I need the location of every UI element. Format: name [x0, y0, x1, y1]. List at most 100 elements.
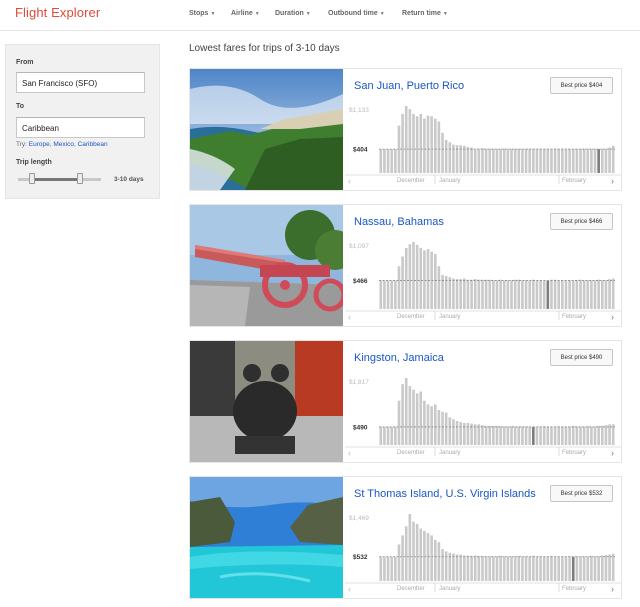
fare-bar[interactable]: [419, 113, 423, 173]
fare-bar[interactable]: [568, 148, 571, 173]
fare-bar[interactable]: [463, 422, 466, 445]
fare-bar[interactable]: [550, 279, 553, 309]
fare-bar[interactable]: [561, 426, 564, 445]
fare-bar[interactable]: [546, 556, 550, 581]
fare-bar[interactable]: [586, 556, 590, 581]
fare-bar[interactable]: [579, 556, 582, 581]
fare-bar[interactable]: [524, 280, 528, 309]
fare-bar[interactable]: [510, 556, 513, 581]
fare-bar[interactable]: [542, 280, 546, 309]
fare-bar[interactable]: [426, 404, 430, 445]
fare-bar[interactable]: [521, 556, 524, 581]
fare-bar[interactable]: [433, 254, 437, 309]
fare-bar[interactable]: [390, 556, 394, 581]
chevron-left-icon[interactable]: ‹: [348, 584, 351, 594]
fare-bar[interactable]: [495, 425, 499, 445]
fare-bar[interactable]: [590, 148, 593, 173]
slider-max-handle[interactable]: [77, 173, 83, 184]
fare-bar[interactable]: [608, 424, 611, 445]
fare-bar[interactable]: [546, 426, 550, 445]
fare-bar[interactable]: [510, 426, 513, 445]
fare-bar[interactable]: [521, 148, 524, 173]
fare-bar[interactable]: [404, 247, 408, 309]
fare-bar[interactable]: [415, 393, 419, 445]
fare-bar[interactable]: [415, 116, 419, 173]
fare-bar[interactable]: [383, 280, 386, 309]
fare-bar[interactable]: [495, 148, 499, 173]
best-price-button[interactable]: Best price $404: [550, 77, 613, 94]
fare-bar[interactable]: [608, 147, 611, 173]
fare-bar[interactable]: [586, 426, 590, 445]
fare-bar[interactable]: [528, 426, 531, 445]
destination-photo[interactable]: [190, 477, 343, 598]
fare-bar[interactable]: [383, 556, 386, 581]
fare-bar[interactable]: [575, 426, 579, 445]
fare-bar[interactable]: [481, 279, 484, 309]
fare-bar[interactable]: [608, 279, 611, 309]
fare-bar[interactable]: [430, 116, 433, 173]
fare-bar[interactable]: [473, 424, 477, 445]
fare-bar[interactable]: [477, 424, 481, 445]
destination-link[interactable]: San Juan, Puerto Rico: [354, 80, 464, 92]
fare-bar[interactable]: [379, 556, 383, 581]
fare-bar[interactable]: [582, 426, 586, 445]
fare-bar[interactable]: [513, 279, 517, 309]
fare-bar[interactable]: [557, 426, 561, 445]
fare-bar[interactable]: [401, 535, 404, 581]
fare-bar[interactable]: [502, 280, 506, 309]
fare-bar[interactable]: [495, 556, 499, 581]
fare-bar[interactable]: [524, 148, 528, 173]
fare-bar[interactable]: [412, 521, 415, 581]
fare-bar[interactable]: [524, 426, 528, 445]
fare-bar[interactable]: [553, 148, 557, 173]
fare-bar[interactable]: [532, 148, 535, 173]
suggestion-caribbean[interactable]: Caribbean: [78, 141, 108, 148]
fare-bar[interactable]: [557, 148, 561, 173]
fare-bar[interactable]: [597, 425, 600, 445]
fare-bar[interactable]: [571, 556, 575, 581]
fare-bar[interactable]: [590, 555, 593, 581]
fare-bar[interactable]: [600, 425, 604, 445]
fare-bar[interactable]: [484, 425, 488, 445]
fare-bar[interactable]: [590, 426, 593, 445]
fare-bar[interactable]: [553, 279, 557, 309]
fare-bar[interactable]: [401, 113, 404, 173]
fare-bar[interactable]: [401, 256, 404, 309]
fare-bar[interactable]: [597, 556, 600, 581]
fare-bar[interactable]: [517, 148, 521, 173]
fare-bar[interactable]: [492, 556, 495, 581]
fare-bar[interactable]: [539, 280, 542, 309]
fare-bar[interactable]: [379, 426, 383, 445]
fare-bar[interactable]: [611, 553, 615, 581]
fare-bar[interactable]: [506, 556, 510, 581]
fare-bar[interactable]: [408, 514, 412, 581]
fare-bar[interactable]: [426, 115, 430, 173]
fare-bar[interactable]: [412, 242, 415, 309]
fare-bar[interactable]: [437, 409, 441, 445]
fare-bar[interactable]: [477, 555, 481, 581]
fare-bar[interactable]: [571, 425, 575, 445]
fare-bar[interactable]: [539, 556, 542, 581]
suggestion-europe[interactable]: Europe: [29, 141, 50, 148]
fare-bar[interactable]: [455, 421, 459, 445]
fare-bar[interactable]: [557, 280, 561, 309]
suggestion-mexico[interactable]: Mexico: [53, 141, 74, 148]
fare-bar[interactable]: [521, 280, 524, 309]
fare-bar[interactable]: [444, 551, 448, 581]
filter-outbound-time[interactable]: Outbound time ▼: [328, 10, 385, 17]
fare-bar[interactable]: [542, 148, 546, 173]
fare-bar[interactable]: [423, 118, 426, 173]
fare-bar[interactable]: [415, 523, 419, 581]
fare-bar[interactable]: [586, 280, 590, 309]
fare-bar[interactable]: [386, 556, 390, 581]
fare-bar[interactable]: [419, 247, 423, 309]
chevron-right-icon[interactable]: ›: [611, 312, 614, 322]
fare-bar[interactable]: [473, 148, 477, 173]
fare-bar[interactable]: [492, 425, 495, 445]
fare-bar[interactable]: [579, 426, 582, 445]
best-price-button[interactable]: Best price $532: [550, 485, 613, 502]
fare-bar[interactable]: [423, 400, 426, 445]
fare-bar[interactable]: [448, 277, 452, 309]
chevron-right-icon[interactable]: ›: [611, 176, 614, 186]
fare-bar[interactable]: [484, 279, 488, 309]
